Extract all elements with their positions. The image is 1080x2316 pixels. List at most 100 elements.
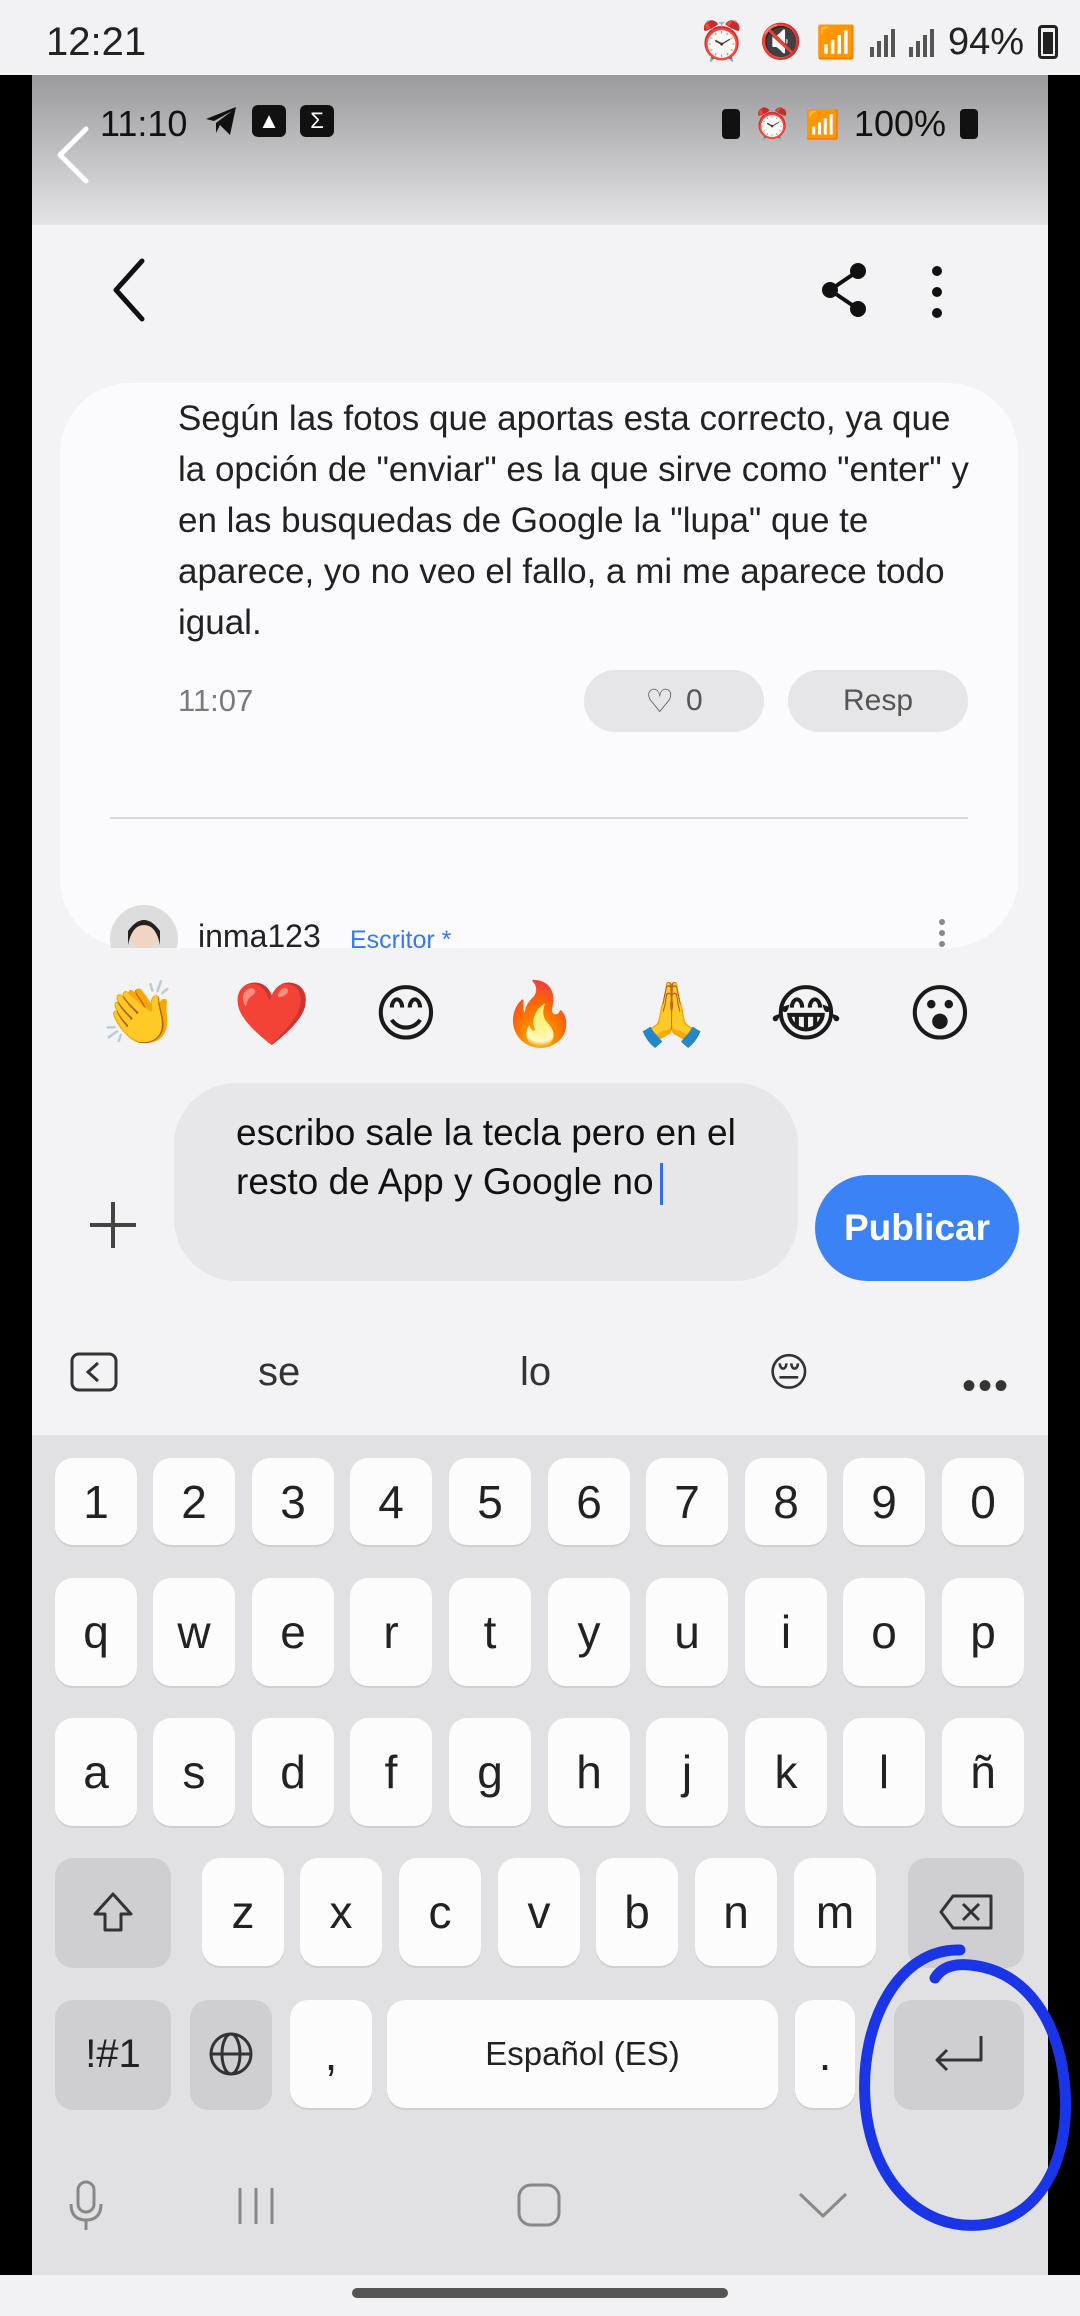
outer-status-time: 12:21 xyxy=(46,20,147,64)
key-s[interactable]: s xyxy=(153,1718,235,1826)
key-u[interactable]: u xyxy=(646,1578,728,1686)
language-key[interactable] xyxy=(190,2000,272,2108)
wifi-icon: 📶 xyxy=(816,24,856,60)
key-3[interactable]: 3 xyxy=(252,1458,334,1545)
inner-status-right-icons: ⏰ 📶 100% xyxy=(721,103,978,145)
alarm-icon: ⏰ xyxy=(698,21,746,63)
signal-icon xyxy=(869,27,895,57)
text-caret xyxy=(659,1163,663,1206)
comment-divider xyxy=(110,817,968,819)
space-key[interactable]: Español (ES) xyxy=(387,2000,778,2108)
emoji-reaction[interactable]: 😂 xyxy=(766,975,846,1055)
key-7[interactable]: 7 xyxy=(646,1458,728,1545)
key-e[interactable]: e xyxy=(252,1578,334,1686)
like-button[interactable]: ♡ 0 xyxy=(584,670,764,732)
globe-icon xyxy=(209,2032,253,2076)
key-b[interactable]: b xyxy=(596,1858,678,1966)
like-count: 0 xyxy=(686,684,703,717)
key-y[interactable]: y xyxy=(548,1578,630,1686)
key-r[interactable]: r xyxy=(350,1578,432,1686)
key-t[interactable]: t xyxy=(449,1578,531,1686)
telegram-icon xyxy=(206,107,236,135)
screenshot-frame-left xyxy=(0,75,32,2275)
key-w[interactable]: w xyxy=(153,1578,235,1686)
gesture-home-bar[interactable] xyxy=(352,2288,728,2298)
emoji-reaction[interactable]: ❤️ xyxy=(232,975,312,1055)
shift-icon xyxy=(93,1892,133,1932)
annotation-circle xyxy=(859,1944,1072,2231)
mute-icon: 🔇 xyxy=(759,23,803,61)
backspace-icon xyxy=(939,1894,993,1930)
card-clip xyxy=(32,948,1048,978)
outer-back-arrow-icon[interactable] xyxy=(52,125,92,185)
key-0[interactable]: 0 xyxy=(942,1458,1024,1545)
key-6[interactable]: 6 xyxy=(548,1458,630,1545)
key-4[interactable]: 4 xyxy=(350,1458,432,1545)
emoji-reaction[interactable]: 👏 xyxy=(100,975,180,1055)
key-o[interactable]: o xyxy=(843,1578,925,1686)
comment-text: Según las fotos que aportas esta correct… xyxy=(178,399,969,642)
suggestion-item[interactable]: se xyxy=(258,1350,300,1395)
key-g[interactable]: g xyxy=(449,1718,531,1826)
key-h[interactable]: h xyxy=(548,1718,630,1826)
key-j[interactable]: j xyxy=(646,1718,728,1826)
wifi-icon: 📶 xyxy=(805,108,840,140)
comma-key[interactable]: , xyxy=(290,2000,372,2108)
key-d[interactable]: d xyxy=(252,1718,334,1826)
battery-icon xyxy=(1038,25,1058,59)
inner-status-left-icons: ▲ Σ xyxy=(204,105,334,137)
key-5[interactable]: 5 xyxy=(449,1458,531,1545)
key-l[interactable]: l xyxy=(843,1718,925,1826)
more-suggestions-icon[interactable]: ••• xyxy=(962,1364,1010,1409)
emoji-reaction[interactable]: 🔥 xyxy=(500,975,580,1055)
home-icon[interactable] xyxy=(516,2182,562,2228)
suggestion-item[interactable]: lo xyxy=(520,1350,551,1395)
key-f[interactable]: f xyxy=(350,1718,432,1826)
emoji-reaction[interactable]: 😊 xyxy=(366,975,446,1055)
battery-icon xyxy=(960,109,978,139)
signal-icon-2 xyxy=(908,27,934,57)
key-p[interactable]: p xyxy=(942,1578,1024,1686)
key-n[interactable]: n xyxy=(695,1858,777,1966)
outer-status-icons: ⏰ 🔇 📶 94% xyxy=(698,20,1058,64)
key-z[interactable]: z xyxy=(202,1858,284,1966)
key-n-tilde[interactable]: ñ xyxy=(942,1718,1024,1826)
more-options-icon[interactable] xyxy=(930,265,944,319)
recent-apps-icon[interactable] xyxy=(234,2184,278,2228)
key-k[interactable]: k xyxy=(745,1718,827,1826)
share-icon[interactable] xyxy=(820,262,870,318)
comment-more-icon[interactable] xyxy=(938,918,946,948)
key-v[interactable]: v xyxy=(498,1858,580,1966)
back-arrow-icon[interactable] xyxy=(110,255,150,325)
suggestion-item[interactable]: 😔 xyxy=(768,1350,810,1396)
inner-status-bar: 11:10 ▲ Σ ⏰ 📶 100% xyxy=(32,75,1048,225)
comment-time: 11:07 xyxy=(178,683,254,718)
outer-status-bar: 12:21 ⏰ 🔇 📶 94% xyxy=(0,0,1080,75)
gallery-icon: ▲ xyxy=(252,105,286,137)
key-q[interactable]: q xyxy=(55,1578,137,1686)
outer-battery-text: 94% xyxy=(947,20,1024,63)
emoji-reaction[interactable]: 🙏 xyxy=(632,975,712,1055)
key-x[interactable]: x xyxy=(300,1858,382,1966)
comment-input-text[interactable]: escribo sale la tecla pero en el resto d… xyxy=(236,1108,776,1206)
key-8[interactable]: 8 xyxy=(745,1458,827,1545)
key-a[interactable]: a xyxy=(55,1718,137,1826)
inner-status-time: 11:10 xyxy=(100,103,188,144)
key-9[interactable]: 9 xyxy=(843,1458,925,1545)
sigma-icon: Σ xyxy=(300,105,334,137)
key-1[interactable]: 1 xyxy=(55,1458,137,1545)
publish-button[interactable]: Publicar xyxy=(815,1175,1019,1281)
reply-button[interactable]: Resp xyxy=(788,670,968,732)
heart-outline-icon: ♡ xyxy=(645,683,674,719)
key-c[interactable]: c xyxy=(399,1858,481,1966)
alarm-icon: ⏰ xyxy=(753,107,792,141)
key-2[interactable]: 2 xyxy=(153,1458,235,1545)
key-i[interactable]: i xyxy=(745,1578,827,1686)
add-attachment-icon[interactable] xyxy=(86,1198,140,1252)
inner-battery-text: 100% xyxy=(853,103,946,144)
symbols-key[interactable]: !#1 xyxy=(55,2000,171,2108)
emoji-reaction[interactable]: 😮 xyxy=(900,975,980,1055)
shift-key[interactable] xyxy=(55,1858,171,1966)
microphone-icon[interactable] xyxy=(66,2178,106,2234)
keyboard-toolbar-icon[interactable] xyxy=(70,1352,118,1392)
